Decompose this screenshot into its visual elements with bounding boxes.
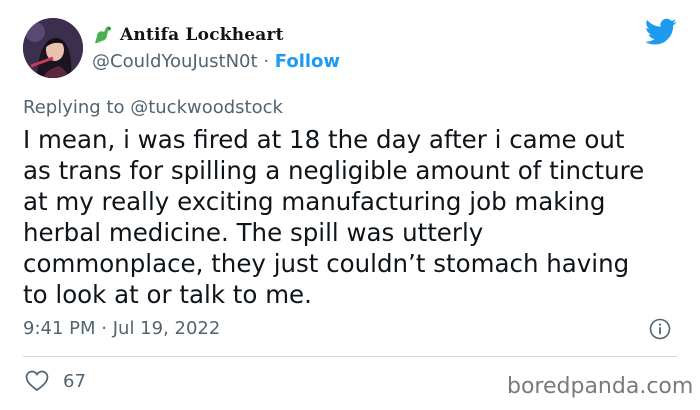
reply-mention[interactable]: @tuckwoodstock bbox=[130, 97, 283, 118]
tweet-timestamp[interactable]: 9:41 PM · Jul 19, 2022 bbox=[23, 318, 220, 339]
avatar[interactable] bbox=[23, 18, 83, 78]
tweet-line: commonplace, they just couldn’t stomach … bbox=[23, 249, 630, 278]
tweet-time: 9:41 PM bbox=[23, 318, 96, 339]
tweet-date: Jul 19, 2022 bbox=[112, 318, 221, 339]
tweet-line: to look at or talk to me. bbox=[23, 280, 312, 309]
dinosaur-icon bbox=[95, 26, 111, 43]
divider bbox=[23, 356, 677, 357]
watermark: boredpanda.com bbox=[507, 374, 694, 399]
tweet-line: I mean, i was fired at 18 the day after … bbox=[23, 125, 625, 154]
tweet-line: as trans for spilling a negligible amoun… bbox=[23, 156, 645, 185]
user-handle[interactable]: @CouldYouJustN0t bbox=[92, 51, 258, 72]
like-count: 67 bbox=[63, 370, 86, 392]
tweet-line: at my really exciting manufacturing job … bbox=[23, 187, 606, 216]
display-name[interactable]: Antifa Lockheart bbox=[120, 25, 284, 45]
reply-prefix: Replying to bbox=[23, 97, 125, 118]
handle-row: @CouldYouJustN0t · Follow bbox=[92, 51, 340, 72]
handle-separator: · bbox=[263, 51, 270, 72]
timestamp-separator: · bbox=[101, 318, 107, 339]
follow-button[interactable]: Follow bbox=[275, 51, 340, 72]
tweet-line: herbal medicine. The spill was utterly bbox=[23, 218, 484, 247]
heart-icon bbox=[25, 370, 49, 392]
twitter-bird-icon[interactable] bbox=[645, 18, 677, 46]
tweet-text: I mean, i was fired at 18 the day after … bbox=[23, 124, 683, 310]
author-name-row: Antifa Lockheart bbox=[92, 24, 284, 46]
like-button[interactable]: 67 bbox=[25, 370, 86, 392]
reply-context: Replying to @tuckwoodstock bbox=[23, 97, 283, 118]
info-icon[interactable] bbox=[649, 318, 671, 340]
